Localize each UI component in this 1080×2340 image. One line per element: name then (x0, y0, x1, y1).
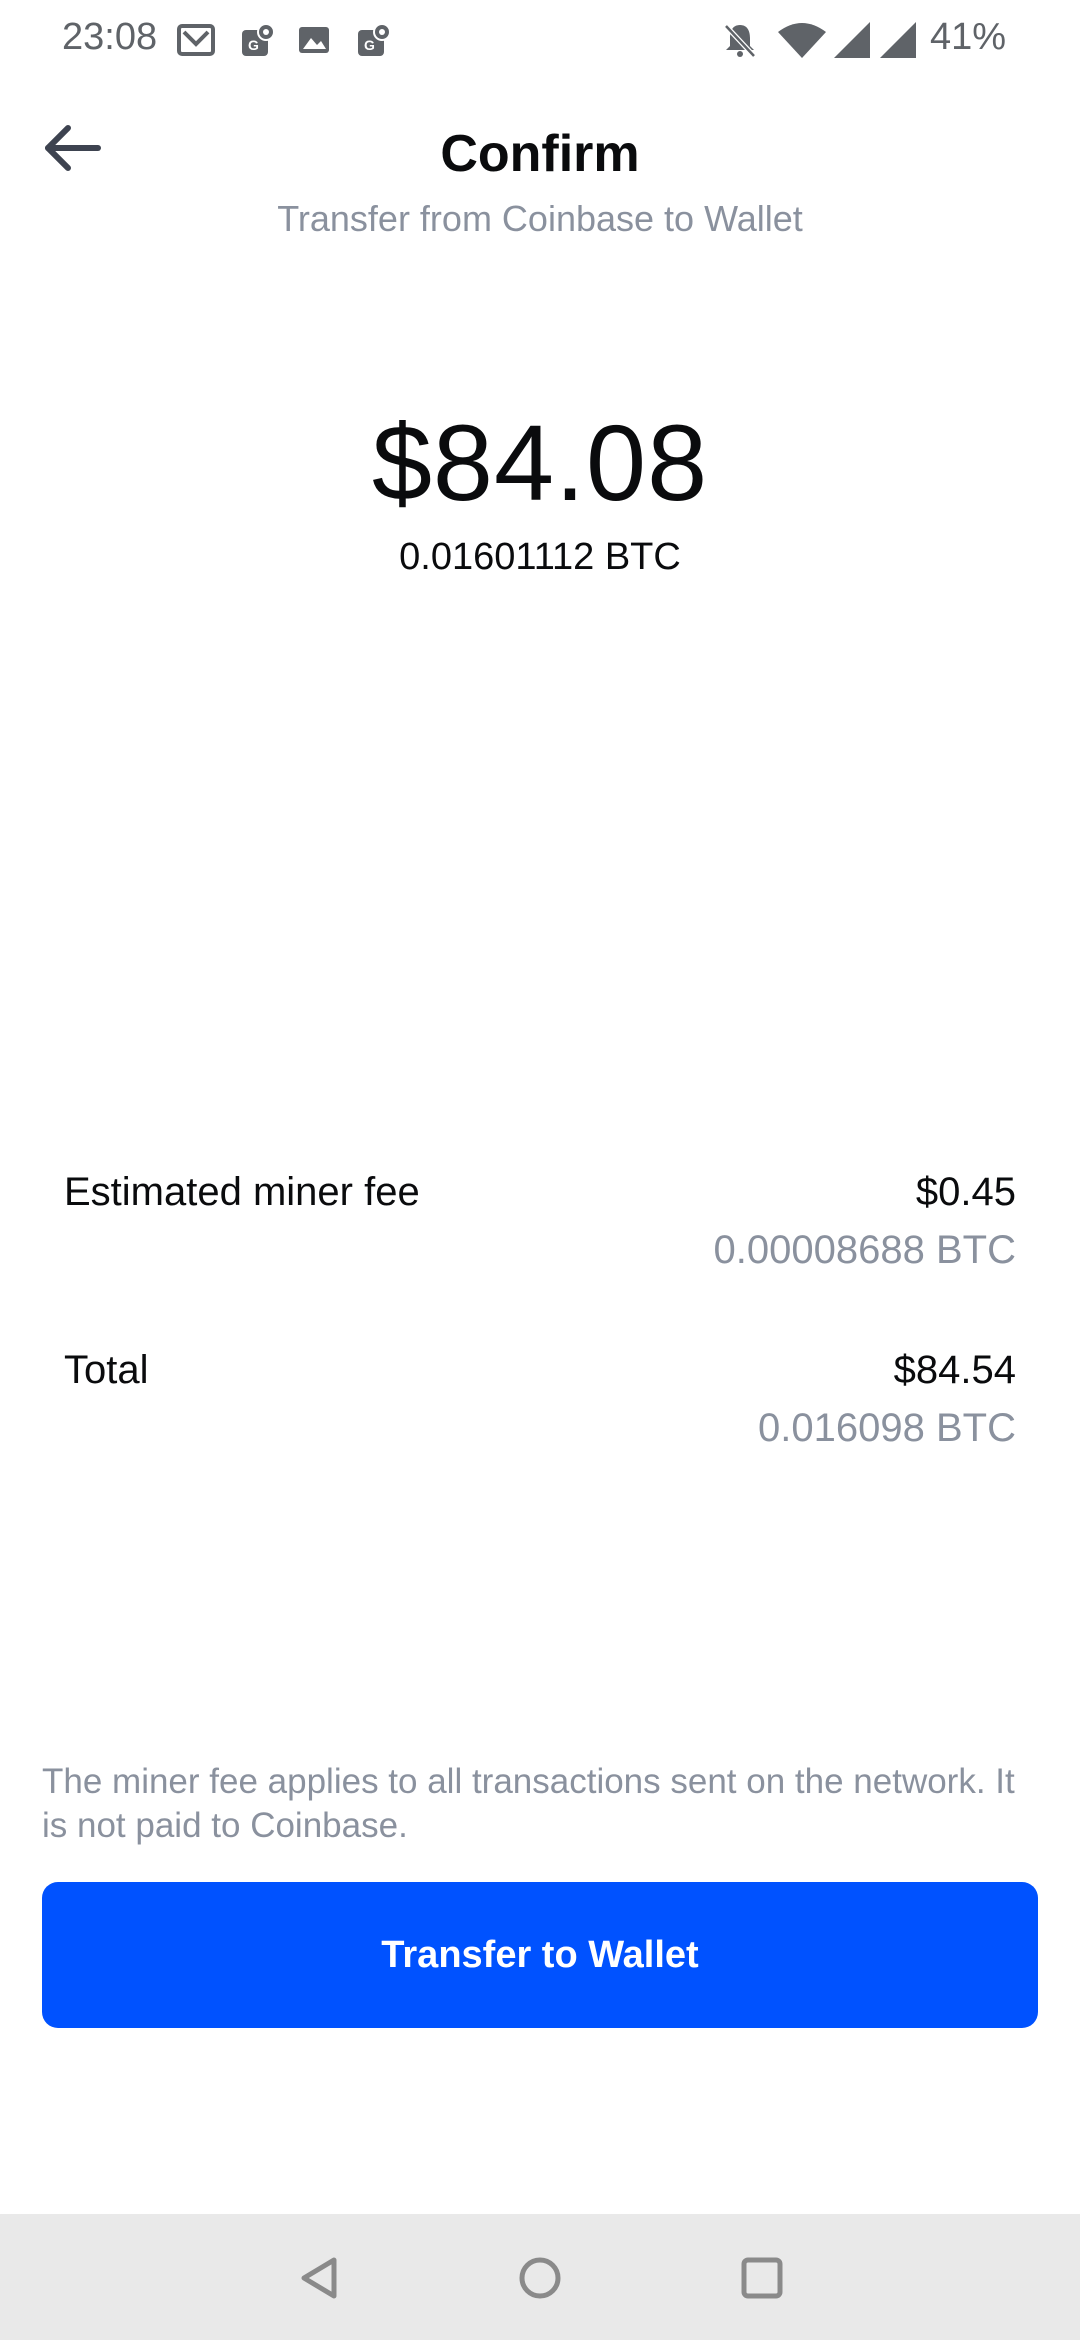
total-label: Total (64, 1348, 149, 1392)
svg-text:G: G (364, 37, 375, 53)
nav-back-button[interactable] (292, 2250, 348, 2306)
amount-crypto: 0.01601112 BTC (399, 536, 681, 578)
page-title: Confirm (440, 125, 640, 183)
triangle-back-icon (301, 2257, 337, 2299)
square-recents-icon (741, 2257, 783, 2299)
battery-percentage: 41% (929, 16, 1006, 58)
total-fiat: $84.54 (893, 1348, 1016, 1392)
svg-text:G: G (248, 37, 259, 53)
status-time: 23:08 (62, 16, 158, 58)
nav-recents-button[interactable] (734, 2250, 790, 2306)
miner-fee-label: Estimated miner fee (64, 1170, 420, 1214)
system-nav-bar (0, 2214, 1080, 2340)
bell-muted-icon (720, 20, 760, 60)
signal-icon (878, 20, 918, 60)
circle-home-icon (519, 2257, 561, 2299)
miner-fee-fiat: $0.45 (915, 1170, 1016, 1214)
transfer-to-wallet-button[interactable]: Transfer to Wallet (42, 1882, 1038, 2028)
wifi-icon (776, 20, 828, 60)
gallery-icon (294, 20, 334, 60)
confirm-screen: 23:08 G G 41% Confirm Transfer from Coin… (0, 0, 1080, 2340)
maps-icon: G (354, 20, 394, 60)
total-crypto: 0.016098 BTC (758, 1406, 1016, 1450)
maps-icon: G (238, 20, 278, 60)
gmail-icon (176, 20, 216, 60)
status-bar: 23:08 G G 41% (0, 0, 1080, 80)
amount-fiat: $84.08 (371, 402, 709, 523)
signal-icon (832, 20, 872, 60)
miner-fee-crypto: 0.00008688 BTC (713, 1228, 1016, 1272)
page-subtitle: Transfer from Coinbase to Wallet (277, 198, 803, 239)
nav-home-button[interactable] (512, 2250, 568, 2306)
miner-fee-disclaimer: The miner fee applies to all transaction… (42, 1762, 1015, 1845)
